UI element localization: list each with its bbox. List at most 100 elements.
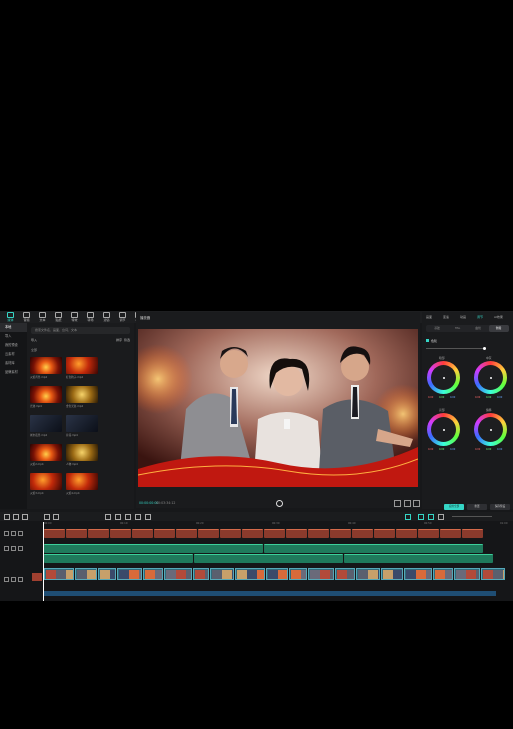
timeline-clip[interactable] bbox=[264, 529, 285, 538]
inspector-subtab[interactable]: 曲线 bbox=[468, 325, 488, 332]
left-nav-item[interactable]: 品牌素材 bbox=[0, 368, 27, 377]
color-wheel[interactable] bbox=[474, 413, 507, 446]
eye-icon[interactable] bbox=[11, 577, 16, 582]
color-wheel-handle[interactable] bbox=[442, 428, 445, 431]
timeline-clip[interactable] bbox=[194, 554, 343, 563]
sort-button[interactable]: 排序 bbox=[116, 338, 122, 342]
eye-icon[interactable] bbox=[11, 546, 16, 551]
video-clip[interactable] bbox=[481, 568, 505, 580]
color-wheel-toggle[interactable]: 色轮 bbox=[426, 339, 437, 343]
video-clip[interactable] bbox=[44, 568, 74, 580]
color-wheel-value[interactable]: 0.00 bbox=[486, 396, 491, 399]
timeline-clip[interactable] bbox=[44, 529, 65, 538]
audio-mute-icon[interactable] bbox=[18, 531, 23, 536]
intensity-slider[interactable] bbox=[426, 346, 486, 350]
color-wheel-value[interactable]: 0.00 bbox=[497, 448, 502, 451]
media-thumbnail[interactable]: 城市夜景.mp4 bbox=[30, 415, 62, 437]
color-wheel-value[interactable]: 0.00 bbox=[439, 448, 444, 451]
inspector-tab[interactable]: 调节 bbox=[477, 314, 483, 321]
timeline-clip[interactable] bbox=[352, 529, 373, 538]
color-wheel-handle[interactable] bbox=[489, 376, 492, 379]
media-thumbnail[interactable]: 片段.mp4 bbox=[66, 415, 98, 437]
mask-icon[interactable] bbox=[145, 514, 151, 520]
video-clip[interactable] bbox=[381, 568, 403, 580]
media-search-input[interactable]: 搜索文件名、画面、台词、文本 bbox=[31, 327, 130, 334]
undo-icon[interactable] bbox=[13, 514, 19, 520]
timeline-clip[interactable] bbox=[198, 529, 219, 538]
toolbar-transition[interactable]: 转场 bbox=[83, 312, 98, 322]
timeline-ruler[interactable]: 00:00 00:10 00:20 00:30 00:40 00:50 01:00 bbox=[44, 521, 513, 527]
timeline-clip[interactable] bbox=[66, 529, 87, 538]
toolbar-adjust[interactable]: 调节 bbox=[115, 312, 130, 322]
eye-icon[interactable] bbox=[11, 531, 16, 536]
audio-mute-icon[interactable] bbox=[18, 577, 23, 582]
left-nav-item[interactable]: 本地 bbox=[0, 323, 27, 332]
media-thumbnail[interactable]: 火焰3.mp4 bbox=[30, 473, 62, 495]
left-nav-item[interactable]: 我的预设 bbox=[0, 341, 27, 350]
timeline-clip[interactable] bbox=[88, 529, 109, 538]
checkbox-icon[interactable] bbox=[426, 339, 429, 342]
filter-button[interactable]: 筛选 bbox=[124, 338, 130, 342]
video-clip[interactable] bbox=[308, 568, 334, 580]
toolbar-media[interactable]: 媒体 bbox=[3, 312, 18, 322]
toolbar-text[interactable]: 文本 bbox=[35, 312, 50, 322]
play-icon[interactable] bbox=[276, 500, 283, 507]
color-wheel-value[interactable]: 0.00 bbox=[428, 396, 433, 399]
toolbar-filter[interactable]: 滤镜 bbox=[99, 312, 114, 322]
apply-all-button[interactable]: 应用全部 bbox=[444, 504, 464, 510]
video-clip[interactable] bbox=[117, 568, 142, 580]
timeline-clip[interactable] bbox=[308, 529, 329, 538]
timeline-clip[interactable] bbox=[286, 529, 307, 538]
color-wheel[interactable] bbox=[427, 413, 460, 446]
video-frame[interactable] bbox=[138, 329, 418, 487]
playhead[interactable] bbox=[43, 522, 44, 601]
zoom-slider[interactable] bbox=[452, 516, 492, 517]
inspector-tab[interactable]: 动画 bbox=[460, 314, 466, 321]
inspector-tab[interactable]: 变速 bbox=[443, 314, 449, 321]
color-wheel-handle[interactable] bbox=[489, 428, 492, 431]
timeline-clip[interactable] bbox=[344, 554, 493, 563]
video-clip[interactable] bbox=[75, 568, 97, 580]
fullscreen-icon[interactable] bbox=[413, 500, 420, 507]
left-nav-item[interactable]: 云素材 bbox=[0, 350, 27, 359]
color-wheel-value[interactable]: 0.00 bbox=[450, 448, 455, 451]
select-tool-icon[interactable] bbox=[4, 514, 10, 520]
color-wheel-value[interactable]: 0.00 bbox=[450, 396, 455, 399]
crop-icon[interactable] bbox=[394, 500, 401, 507]
timeline-clip[interactable] bbox=[418, 529, 439, 538]
media-thumbnail[interactable]: 红色粒子.mp4 bbox=[66, 357, 98, 379]
color-wheel-value[interactable]: 0.00 bbox=[497, 396, 502, 399]
snap-icon[interactable] bbox=[428, 514, 434, 520]
mirror-icon[interactable] bbox=[115, 514, 121, 520]
video-clip[interactable] bbox=[235, 568, 265, 580]
import-label[interactable]: 导入 bbox=[31, 338, 37, 342]
timeline-clip[interactable] bbox=[176, 529, 197, 538]
timeline-clip[interactable] bbox=[374, 529, 395, 538]
audio-track[interactable] bbox=[44, 591, 496, 596]
timeline-clip[interactable] bbox=[132, 529, 153, 538]
rotate-icon[interactable] bbox=[125, 514, 131, 520]
video-clip[interactable] bbox=[266, 568, 288, 580]
timeline-clip[interactable] bbox=[44, 544, 263, 553]
cover-thumb[interactable] bbox=[32, 573, 42, 581]
media-thumbnail[interactable]: 火焰背景.mp4 bbox=[30, 357, 62, 379]
reset-button[interactable]: 重置 bbox=[467, 504, 487, 510]
color-wheel-handle[interactable] bbox=[442, 376, 445, 379]
video-clip[interactable] bbox=[289, 568, 307, 580]
media-thumbnail[interactable]: 火焰4.mp4 bbox=[66, 473, 98, 495]
timeline-clip[interactable] bbox=[396, 529, 417, 538]
inspector-tab[interactable]: 画面 bbox=[426, 314, 432, 321]
color-wheel-value[interactable]: 0.00 bbox=[475, 396, 480, 399]
lock-icon[interactable] bbox=[4, 531, 9, 536]
media-thumbnail[interactable]: 金色光斑.mp4 bbox=[66, 386, 98, 408]
video-clip[interactable] bbox=[454, 568, 480, 580]
video-clip[interactable] bbox=[98, 568, 116, 580]
video-clip[interactable] bbox=[143, 568, 163, 580]
timeline-clip[interactable] bbox=[154, 529, 175, 538]
inspector-subtab[interactable]: 色轮 bbox=[488, 325, 509, 332]
color-wheel-value[interactable]: 0.00 bbox=[428, 448, 433, 451]
video-clip[interactable] bbox=[433, 568, 453, 580]
inspector-tab[interactable]: AI效果 bbox=[494, 314, 503, 321]
left-nav-item[interactable]: 素材库 bbox=[0, 359, 27, 368]
toolbar-audio[interactable]: 音频 bbox=[19, 312, 34, 322]
